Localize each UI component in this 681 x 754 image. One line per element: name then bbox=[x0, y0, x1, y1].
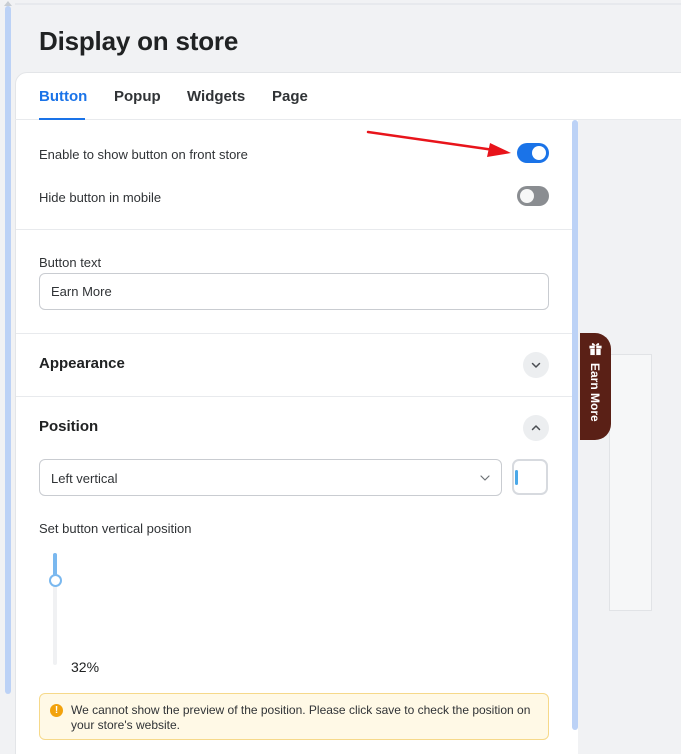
button-text-label: Button text bbox=[39, 255, 102, 270]
position-preview-box[interactable] bbox=[512, 459, 548, 495]
settings-panel bbox=[16, 121, 572, 751]
gift-icon bbox=[589, 343, 602, 356]
slider-value: 32% bbox=[71, 659, 100, 675]
hide-mobile-label: Hide button in mobile bbox=[39, 190, 162, 205]
button-text-input[interactable] bbox=[39, 273, 549, 310]
chevron-down-icon bbox=[480, 475, 490, 481]
active-tab-indicator bbox=[39, 118, 85, 120]
preview-frame bbox=[609, 354, 652, 611]
appearance-title: Appearance bbox=[39, 355, 125, 372]
tab-popup[interactable]: Popup bbox=[114, 88, 161, 105]
page-title: Display on store bbox=[39, 26, 239, 56]
divider bbox=[16, 396, 572, 397]
earn-more-floating-button[interactable]: Earn More bbox=[580, 333, 611, 440]
page-scrollbar[interactable] bbox=[5, 6, 11, 694]
position-select[interactable]: Left vertical bbox=[39, 459, 502, 496]
slider-thumb[interactable] bbox=[49, 574, 62, 587]
chevron-up-icon bbox=[531, 425, 541, 431]
position-collapse-button[interactable] bbox=[523, 415, 549, 441]
tab-bar: Button Popup Widgets Page bbox=[15, 72, 681, 120]
appearance-expand-button[interactable] bbox=[523, 352, 549, 378]
divider bbox=[16, 229, 572, 230]
tab-page[interactable]: Page bbox=[272, 88, 308, 105]
slider-label: Set button vertical position bbox=[39, 521, 192, 536]
toggle-knob bbox=[520, 189, 534, 203]
show-button-label: Enable to show button on front store bbox=[39, 147, 248, 162]
notice-text: We cannot show the preview of the positi… bbox=[71, 703, 531, 732]
tab-widgets[interactable]: Widgets bbox=[187, 88, 245, 105]
position-marker bbox=[515, 470, 518, 485]
position-title: Position bbox=[39, 418, 99, 435]
hide-mobile-toggle[interactable] bbox=[517, 186, 549, 206]
warning-icon: ! bbox=[50, 704, 63, 717]
toggle-knob bbox=[532, 146, 546, 160]
show-button-toggle[interactable] bbox=[517, 143, 549, 163]
tab-button[interactable]: Button bbox=[39, 88, 87, 105]
notice-banner: ! We cannot show the preview of the posi… bbox=[39, 693, 549, 740]
divider bbox=[16, 333, 572, 334]
earn-more-label: Earn More bbox=[588, 363, 602, 422]
chevron-down-icon bbox=[531, 362, 541, 368]
top-divider bbox=[15, 3, 681, 5]
position-select-value: Left vertical bbox=[51, 471, 118, 486]
